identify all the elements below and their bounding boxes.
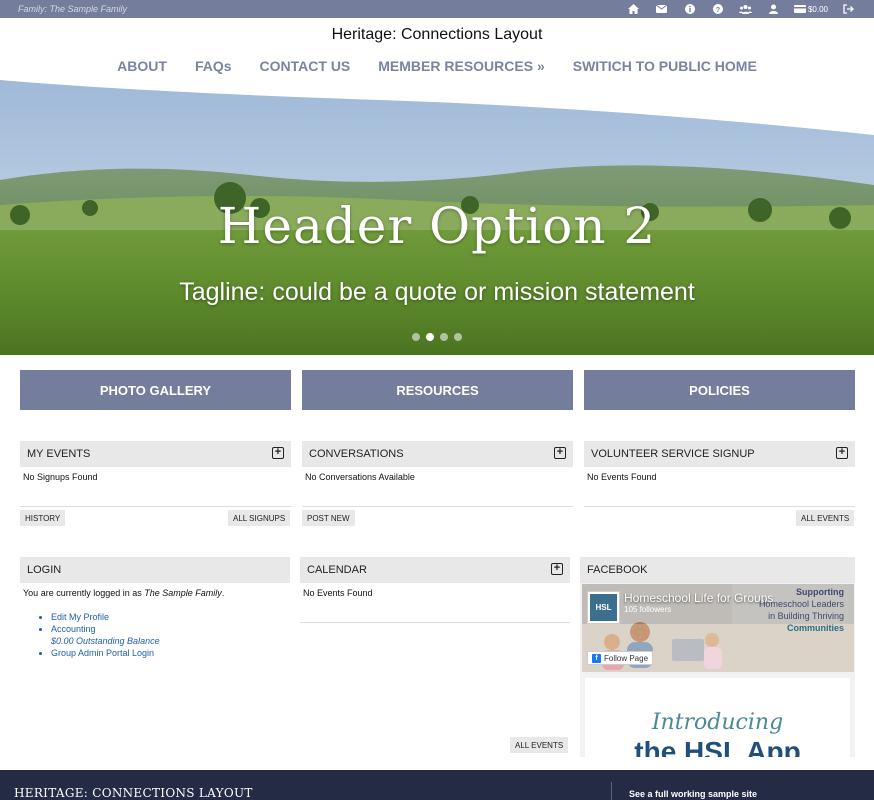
banner-line: Homeschool Leaders [758,599,844,609]
login-user: The Sample Family [144,588,222,598]
resources-button[interactable]: RESOURCES [302,370,573,410]
add-icon[interactable]: + [272,447,284,459]
promo-big-text: the HSL App [634,736,801,757]
banner-line: Supporting [796,587,844,597]
empty-message: No Events Found [303,588,373,598]
facebook-post-preview[interactable]: Introducing the HSL App [585,678,850,757]
banner-line: in Building Thriving [768,611,844,621]
divider [584,506,855,507]
panel-header: FACEBOOK [580,557,855,583]
empty-message: No Events Found [587,472,657,482]
hsl-logo-text: HSL [590,594,617,621]
user-icon[interactable] [760,2,788,16]
hero-tagline: Tagline: could be a quote or mission sta… [179,278,695,306]
facebook-icon: f [592,653,601,663]
conversations-panel: CONVERSATIONS + No Conversations Availabl… [302,441,573,487]
footer-title: HERITAGE: CONNECTIONS LAYOUT [14,786,253,800]
nav-faqs[interactable]: FAQs [181,58,246,74]
panel-title: LOGIN [27,564,62,576]
cover-banner-text: Supporting Homeschool Leaders in Buildin… [759,586,844,634]
wallet-icon[interactable]: $0.00 [788,2,834,16]
post-new-button[interactable]: POST NEW [302,510,355,526]
panel-header: MY EVENTS + [20,441,291,467]
photo-gallery-button[interactable]: PHOTO GALLERY [20,370,291,410]
volunteer-panel: VOLUNTEER SERVICE SIGNUP + No Events Foun… [584,441,855,487]
panel-header: VOLUNTEER SERVICE SIGNUP + [584,441,855,467]
add-icon[interactable]: + [836,447,848,459]
main-nav: ABOUT FAQs CONTACT US MEMBER RESOURCES »… [0,58,874,74]
facebook-page-card[interactable]: HSL Homeschool Life for Groups 105 follo… [582,584,854,672]
history-button[interactable]: HISTORY [20,510,66,526]
group-admin-link[interactable]: Group Admin Portal Login [51,647,290,659]
my-events-panel: MY EVENTS + No Signups Found [20,441,291,487]
panel-header: CALENDAR + [300,557,570,583]
top-bar: Family: The Sample Family ? $0.00 [0,0,874,18]
promo-script-text: Introducing [651,710,784,735]
login-text-end: . [221,588,225,598]
facebook-page-name[interactable]: Homeschool Life for Groups [624,591,773,605]
all-events-button[interactable]: ALL EVENTS [796,510,855,526]
accounting-link[interactable]: Accounting$0.00 Outstanding Balance [51,623,290,647]
panel-title: VOLUNTEER SERVICE SIGNUP [591,448,755,460]
hsl-logo: HSL [587,591,620,624]
site-title[interactable]: Heritage: Connections Layout [0,26,874,44]
panel-title: MY EVENTS [27,448,91,460]
panel-header: LOGIN [20,557,290,583]
logout-icon[interactable] [834,2,862,16]
svg-text:?: ? [716,7,720,14]
panel-title: CONVERSATIONS [309,448,404,460]
empty-message: No Signups Found [23,472,98,482]
policies-button[interactable]: POLICIES [584,370,855,410]
family-name: Family: The Sample Family [18,4,128,14]
panel-header: CONVERSATIONS + [302,441,573,467]
follow-label: Follow Page [604,653,649,663]
nav-member-resources[interactable]: MEMBER RESOURCES » [364,58,558,74]
nav-switch-public-home[interactable]: SWITICH TO PUBLIC HOME [559,58,771,74]
panel-title: CALENDAR [307,564,367,576]
divider [302,506,573,507]
all-signups-button[interactable]: ALL SIGNUPS [228,510,291,526]
login-panel: LOGIN You are currently logged in as The… [20,557,290,659]
add-icon[interactable]: + [551,563,563,575]
divider [300,622,570,623]
add-icon[interactable]: + [554,447,566,459]
info-icon[interactable] [676,2,704,16]
divider [20,506,291,507]
users-icon[interactable] [732,2,760,16]
carousel-dot[interactable] [412,333,420,341]
carousel-dot-active[interactable] [426,333,434,341]
hero-banner: Header Option 2 Tagline: could be a quot… [0,80,874,355]
carousel-dot[interactable] [440,333,448,341]
login-status: You are currently logged in as The Sampl… [20,583,290,603]
help-icon[interactable]: ? [704,2,732,16]
empty-message: No Conversations Available [305,472,415,482]
login-links: Edit My Profile Accounting$0.00 Outstand… [51,611,290,659]
footer-sample-site-link[interactable]: See a full working sample site [629,789,757,799]
top-icons: ? $0.00 [620,2,862,16]
accounting-label[interactable]: Accounting [51,623,290,635]
login-text: You are currently logged in as [23,588,145,598]
nav-about[interactable]: ABOUT [103,58,181,74]
edit-profile-link[interactable]: Edit My Profile [51,611,290,623]
calendar-all-events-button[interactable]: ALL EVENTS [510,737,569,753]
panel-title: FACEBOOK [587,564,648,576]
balance-amount: $0.00 [807,4,828,14]
banner-line: Communities [786,623,844,633]
calendar-panel: CALENDAR + No Events Found [300,557,570,603]
mail-icon[interactable] [648,2,676,16]
carousel-dot[interactable] [454,333,462,341]
carousel-dots [412,333,462,341]
facebook-followers: 105 followers [624,605,672,614]
hero-heading: Header Option 2 [217,197,657,255]
nav-contact-us[interactable]: CONTACT US [246,58,365,74]
footer-divider [611,782,612,800]
footer: HERITAGE: CONNECTIONS LAYOUT See a full … [0,770,874,800]
follow-page-button[interactable]: f Follow Page [587,651,654,665]
outstanding-balance[interactable]: $0.00 Outstanding Balance [51,635,290,647]
home-icon[interactable] [620,2,648,16]
